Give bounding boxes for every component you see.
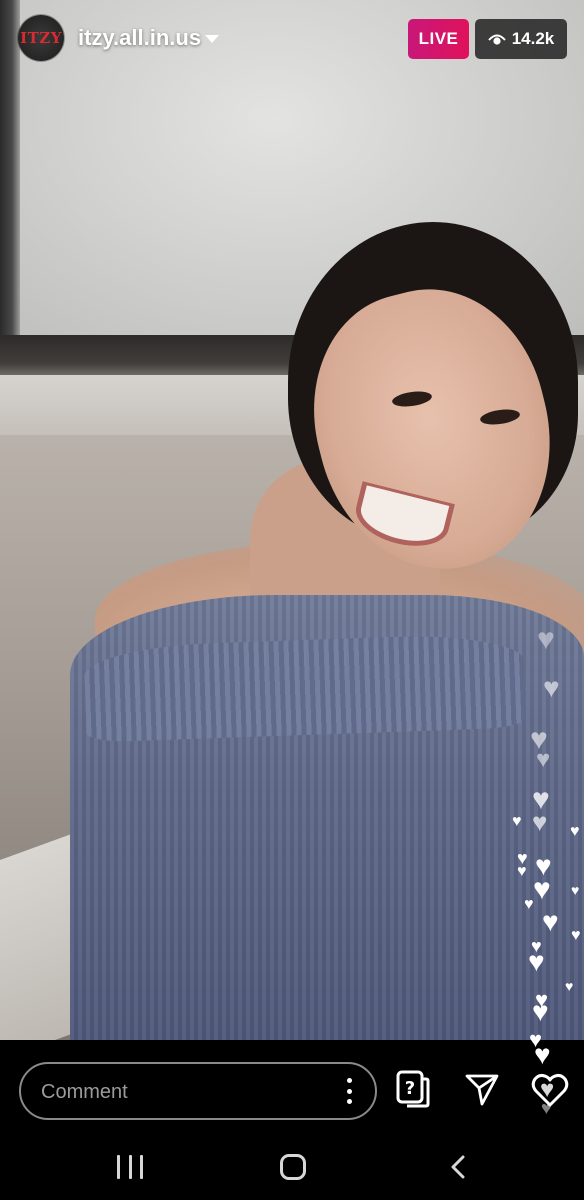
system-nav-bar — [0, 1135, 584, 1200]
paper-plane-icon — [464, 1071, 500, 1112]
chevron-down-icon[interactable] — [205, 35, 219, 43]
live-badge: LIVE — [408, 19, 469, 59]
more-vertical-icon[interactable] — [345, 1078, 353, 1104]
window-frame — [0, 0, 20, 335]
live-video-feed[interactable] — [0, 0, 584, 1040]
profile-avatar[interactable]: ITZY — [18, 15, 64, 61]
home-icon[interactable] — [280, 1154, 306, 1180]
eye-icon — [487, 32, 506, 46]
avatar-logo-text: ITZY — [20, 29, 62, 47]
comment-placeholder: Comment — [41, 1081, 128, 1103]
like-button[interactable] — [528, 1072, 572, 1112]
heart-icon — [530, 1072, 570, 1113]
svg-text:?: ? — [405, 1078, 415, 1099]
comment-input[interactable]: Comment — [19, 1062, 377, 1120]
username-label[interactable]: itzy.all.in.us — [78, 25, 201, 51]
sweater-neckline — [83, 632, 527, 743]
viewer-count-badge[interactable]: 14.2k — [475, 19, 567, 59]
send-button[interactable] — [462, 1071, 502, 1111]
question-sticker-button[interactable]: ? — [393, 1070, 433, 1112]
back-icon[interactable] — [448, 1155, 468, 1179]
question-sticker-icon: ? — [395, 1069, 431, 1114]
viewer-count: 14.2k — [511, 29, 555, 48]
live-label: LIVE — [418, 29, 459, 48]
recents-icon[interactable] — [117, 1155, 143, 1179]
reaction-heart-icon: ♥ — [534, 1039, 551, 1070]
